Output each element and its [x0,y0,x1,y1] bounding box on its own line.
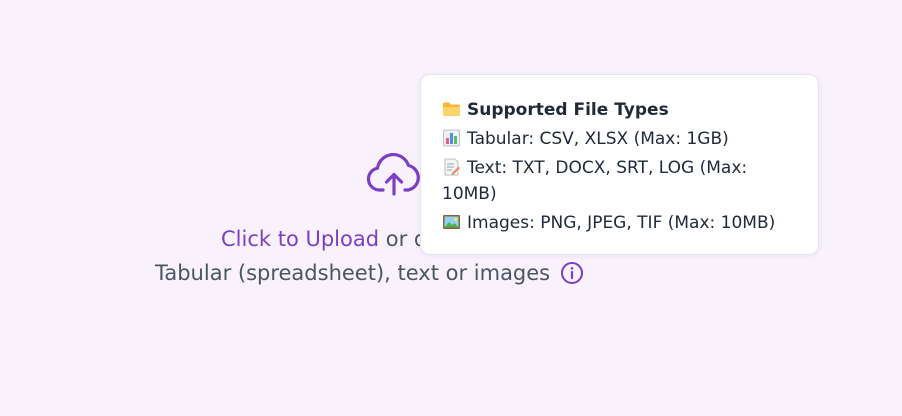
file-type-text-text: Text: TXT, DOCX, SRT, LOG (Max: 10MB) [442,158,748,204]
supported-types-text: Tabular (spreadsheet), text or images [155,261,551,285]
file-type-tabular-text: Tabular: CSV, XLSX (Max: 1GB) [467,129,729,149]
folder-icon [443,102,460,116]
click-to-upload-link[interactable]: Click to Upload [221,227,379,251]
info-icon[interactable] [560,261,584,285]
file-type-images: Images: PNG, JPEG, TIF (Max: 10MB) [442,210,798,236]
file-type-images-text: Images: PNG, JPEG, TIF (Max: 10MB) [467,213,776,233]
bar-chart-icon [443,129,460,147]
memo-icon [444,158,460,176]
supported-types-summary: Tabular (spreadsheet), text or images [155,260,584,286]
cloud-upload-icon[interactable] [366,150,422,200]
file-type-tabular: Tabular: CSV, XLSX (Max: 1GB) [442,126,798,152]
picture-icon [443,215,460,229]
tooltip-title-row: Supported File Types [442,97,798,123]
supported-file-types-tooltip: Supported File Types Tabular: CSV, XLSX … [420,74,819,255]
tooltip-title: Supported File Types [467,100,669,120]
file-type-text: Text: TXT, DOCX, SRT, LOG (Max: 10MB) [442,155,798,207]
upload-instruction: Click to Upload or d [221,226,427,252]
